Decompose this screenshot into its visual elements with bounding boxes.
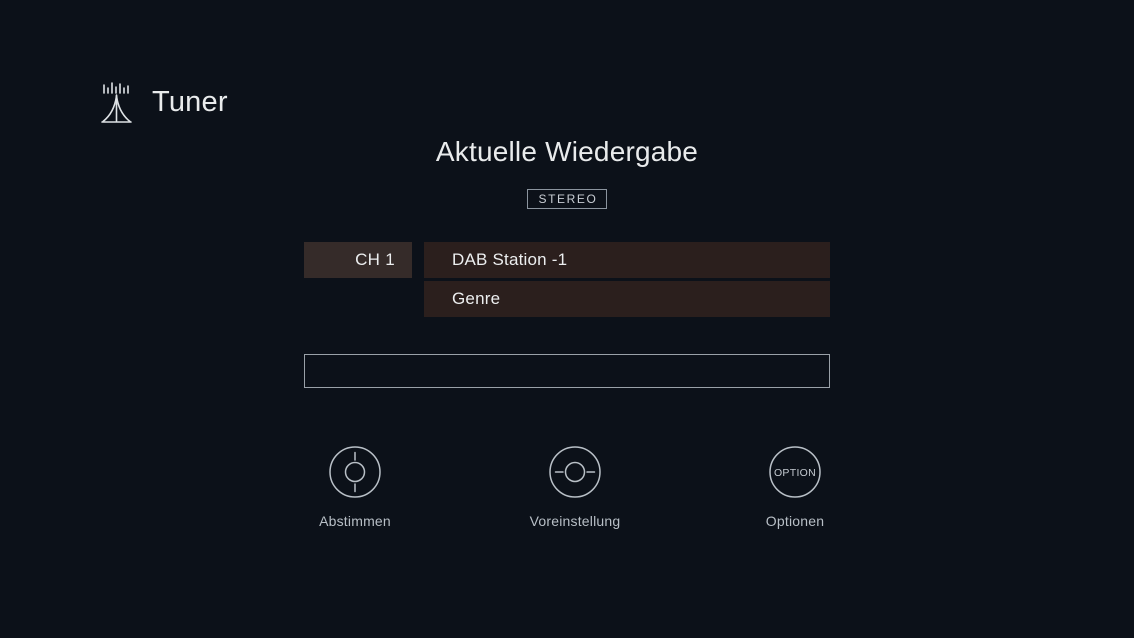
- channel-cell: [304, 281, 412, 317]
- control-bar: Abstimmen Voreinstellung OPTION Optionen: [0, 444, 1134, 529]
- audio-mode-row: STEREO: [0, 189, 1134, 209]
- tune-dial-icon: [327, 444, 383, 500]
- preset-button[interactable]: Voreinstellung: [507, 444, 643, 529]
- tune-button-label: Abstimmen: [319, 513, 391, 529]
- source-header: Tuner: [98, 79, 228, 127]
- preset-dial-icon: [547, 444, 603, 500]
- tune-button[interactable]: Abstimmen: [287, 444, 423, 529]
- station-name-cell: DAB Station -1: [424, 242, 830, 278]
- tuner-osd-screen: Tuner Aktuelle Wiedergabe STEREO CH 1 DA…: [0, 0, 1134, 638]
- genre-cell: Genre: [424, 281, 830, 317]
- options-button-label: Optionen: [765, 513, 825, 529]
- page-title: Aktuelle Wiedergabe: [435, 136, 699, 167]
- station-info-block: CH 1 DAB Station -1 Genre: [304, 242, 830, 320]
- radiotext-field[interactable]: [304, 354, 830, 388]
- svg-text:OPTION: OPTION: [774, 467, 816, 479]
- source-title: Tuner: [152, 85, 228, 118]
- table-row[interactable]: CH 1 DAB Station -1: [304, 242, 830, 278]
- options-button[interactable]: OPTION Optionen: [727, 444, 863, 529]
- channel-cell: CH 1: [304, 242, 412, 278]
- option-button-icon: OPTION: [767, 444, 823, 500]
- table-row[interactable]: Genre: [304, 281, 830, 317]
- status-badge: STEREO: [526, 189, 608, 209]
- preset-button-label: Voreinstellung: [529, 513, 621, 529]
- radio-tower-icon: [98, 81, 136, 125]
